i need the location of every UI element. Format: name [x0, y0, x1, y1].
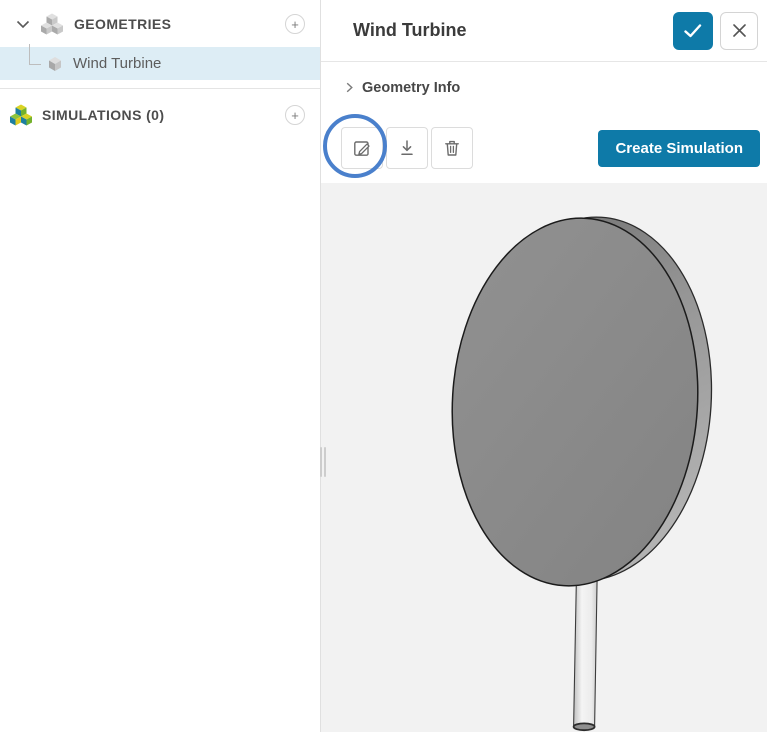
trash-icon — [442, 138, 462, 158]
check-icon — [684, 23, 702, 38]
simulations-section-label: SIMULATIONS (0) — [42, 107, 165, 123]
close-button[interactable] — [720, 11, 758, 50]
rotor-disc — [451, 216, 713, 587]
edit-geometry-button[interactable] — [341, 127, 383, 169]
geometry-info-label: Geometry Info — [362, 79, 461, 96]
download-icon — [397, 138, 417, 158]
close-icon — [732, 24, 746, 37]
edit-pencil-icon — [352, 138, 372, 158]
sidebar-item-simulations[interactable]: SIMULATIONS (0) + — [0, 96, 320, 134]
chevron-down-icon[interactable] — [16, 20, 30, 29]
wind-turbine-geometry — [451, 216, 713, 732]
tower-cylinder — [572, 572, 598, 732]
create-simulation-button[interactable]: Create Simulation — [598, 129, 760, 167]
sidebar-item-geometries[interactable]: GEOMETRIES + — [0, 6, 320, 42]
panel-header: Wind Turbine — [321, 0, 767, 62]
chevron-right-icon — [346, 82, 353, 93]
geometry-details-panel: Wind Turbine Geometry Info Create Simula… — [320, 0, 767, 732]
sidebar-item-wind-turbine-geometry[interactable]: Wind Turbine — [0, 44, 320, 80]
geometry-toolbar: Create Simulation — [321, 113, 767, 183]
geometries-cubes-icon — [41, 13, 63, 35]
sidebar-section-divider — [0, 88, 320, 89]
confirm-button[interactable] — [673, 11, 713, 50]
simulations-cubes-icon — [10, 104, 32, 126]
geometry-info-toggle[interactable]: Geometry Info — [321, 62, 767, 113]
panel-title: Wind Turbine — [353, 20, 467, 40]
add-simulation-button[interactable]: + — [285, 105, 305, 125]
3d-viewport[interactable] — [321, 183, 767, 732]
tree-connector — [29, 44, 41, 65]
geometry-item-label: Wind Turbine — [73, 55, 162, 72]
geometry-cube-icon — [47, 56, 63, 72]
geometries-section-label: GEOMETRIES — [74, 16, 172, 32]
delete-geometry-button[interactable] — [431, 127, 473, 169]
download-geometry-button[interactable] — [386, 127, 428, 169]
add-geometry-button[interactable]: + — [285, 14, 305, 34]
panel-resize-handle[interactable] — [320, 447, 327, 477]
project-tree-sidebar: GEOMETRIES + Wind Turbine SIMULATIONS (0… — [0, 0, 320, 732]
